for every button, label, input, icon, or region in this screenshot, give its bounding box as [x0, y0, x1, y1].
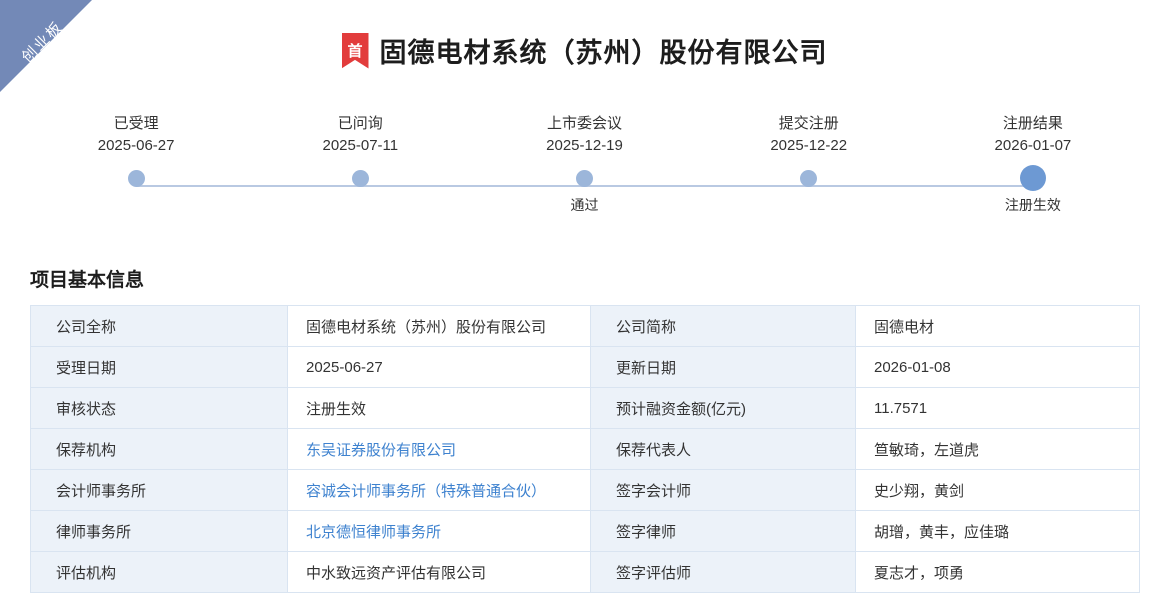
table-row: 受理日期 2025-06-27 更新日期 2026-01-08	[30, 346, 1140, 388]
field-value: 2025-06-27	[287, 346, 591, 388]
company-title: 固德电材系统（苏州）股份有限公司	[379, 38, 828, 68]
field-value: 2026-01-08	[855, 346, 1140, 388]
field-value: 史少翔，黄剑	[855, 469, 1140, 511]
field-value: 笪敏琦，左道虎	[855, 428, 1140, 470]
step-date: 2025-12-19	[546, 137, 623, 154]
timeline-dot-icon	[127, 169, 145, 187]
sponsor-link[interactable]: 东吴证券股份有限公司	[306, 442, 456, 459]
field-label: 会计师事务所	[30, 469, 288, 511]
field-value-link-cell: 容诚会计师事务所（特殊普通合伙）	[287, 469, 591, 511]
field-label: 签字会计师	[590, 469, 856, 511]
field-label: 律师事务所	[30, 510, 288, 552]
field-value: 注册生效	[287, 387, 591, 429]
field-value: 夏志才，项勇	[855, 551, 1140, 593]
step-sub-label	[248, 195, 472, 215]
review-progress-timeline: 已受理 2025-06-27 已问询 2025-07-11 上市委会议 2025…	[24, 113, 1145, 215]
step-sub-label: 注册生效	[1004, 197, 1061, 213]
field-label: 签字评估师	[590, 551, 856, 593]
table-row: 公司全称 固德电材系统（苏州）股份有限公司 公司简称 固德电材	[30, 305, 1140, 347]
field-label: 预计融资金额(亿元)	[590, 387, 856, 429]
field-label: 公司全称	[30, 305, 288, 347]
table-row: 会计师事务所 容诚会计师事务所（特殊普通合伙） 签字会计师 史少翔，黄剑	[30, 469, 1140, 511]
timeline-step-inquired: 已问询 2025-07-11	[248, 113, 472, 215]
timeline-dot-icon	[576, 169, 593, 187]
table-row: 律师事务所 北京德恒律师事务所 签字律师 胡璔，黄丰，应佳璐	[30, 510, 1140, 552]
step-name: 提交注册	[778, 115, 839, 132]
page-header: 首 固德电材系统（苏州）股份有限公司	[0, 0, 1169, 70]
field-value: 11.7571	[855, 387, 1140, 429]
field-value: 中水致远资产评估有限公司	[287, 551, 591, 593]
timeline-step-submit-registration: 提交注册 2025-12-22	[697, 113, 921, 215]
ipo-detail-page: 创业板 首 固德电材系统（苏州）股份有限公司 已受理 2025-06-27 已问…	[0, 0, 1169, 606]
timeline-step-registration-result: 注册结果 2026-01-07 注册生效	[921, 113, 1145, 215]
section-title-basic-info: 项目基本信息	[30, 270, 145, 291]
step-name: 已问询	[337, 115, 383, 132]
timeline-dot-icon	[800, 169, 818, 187]
timeline-step-accepted: 已受理 2025-06-27	[24, 113, 248, 215]
field-label: 审核状态	[30, 387, 288, 429]
field-label: 签字律师	[590, 510, 856, 552]
first-issue-badge-icon: 首	[341, 32, 369, 69]
timeline-dot-active-icon	[1019, 165, 1046, 191]
step-sub-label: 通过	[570, 197, 599, 213]
timeline-steps: 已受理 2025-06-27 已问询 2025-07-11 上市委会议 2025…	[24, 113, 1145, 215]
step-name: 已受理	[113, 115, 159, 132]
field-label: 公司简称	[590, 305, 856, 347]
field-value: 固德电材	[855, 305, 1140, 347]
law-firm-link[interactable]: 北京德恒律师事务所	[306, 524, 441, 541]
accounting-firm-link[interactable]: 容诚会计师事务所（特殊普通合伙）	[306, 483, 546, 500]
field-value-link-cell: 北京德恒律师事务所	[287, 510, 591, 552]
field-label: 保荐机构	[30, 428, 288, 470]
step-name: 上市委会议	[547, 115, 623, 132]
field-value: 固德电材系统（苏州）股份有限公司	[287, 305, 591, 347]
field-label: 更新日期	[590, 346, 856, 388]
table-row: 评估机构 中水致远资产评估有限公司 签字评估师 夏志才，项勇	[30, 551, 1140, 593]
field-value-link-cell: 东吴证券股份有限公司	[287, 428, 591, 470]
table-row: 审核状态 注册生效 预计融资金额(亿元) 11.7571	[30, 387, 1140, 429]
step-date: 2025-06-27	[97, 137, 175, 154]
step-date: 2026-01-07	[994, 137, 1072, 154]
project-basic-info-table: 公司全称 固德电材系统（苏州）股份有限公司 公司简称 固德电材 受理日期 202…	[30, 305, 1140, 593]
step-date: 2025-07-11	[322, 137, 399, 154]
field-label: 受理日期	[30, 346, 288, 388]
step-name: 注册结果	[1002, 115, 1063, 132]
field-value: 胡璔，黄丰，应佳璐	[855, 510, 1140, 552]
field-label: 评估机构	[30, 551, 288, 593]
table-row: 保荐机构 东吴证券股份有限公司 保荐代表人 笪敏琦，左道虎	[30, 428, 1140, 470]
field-label: 保荐代表人	[590, 428, 856, 470]
timeline-dot-icon	[351, 169, 369, 187]
timeline-step-committee-meeting: 上市委会议 2025-12-19 通过	[472, 113, 696, 215]
step-sub-label	[697, 195, 921, 215]
step-date: 2025-12-22	[770, 137, 848, 154]
step-sub-label	[24, 195, 248, 215]
